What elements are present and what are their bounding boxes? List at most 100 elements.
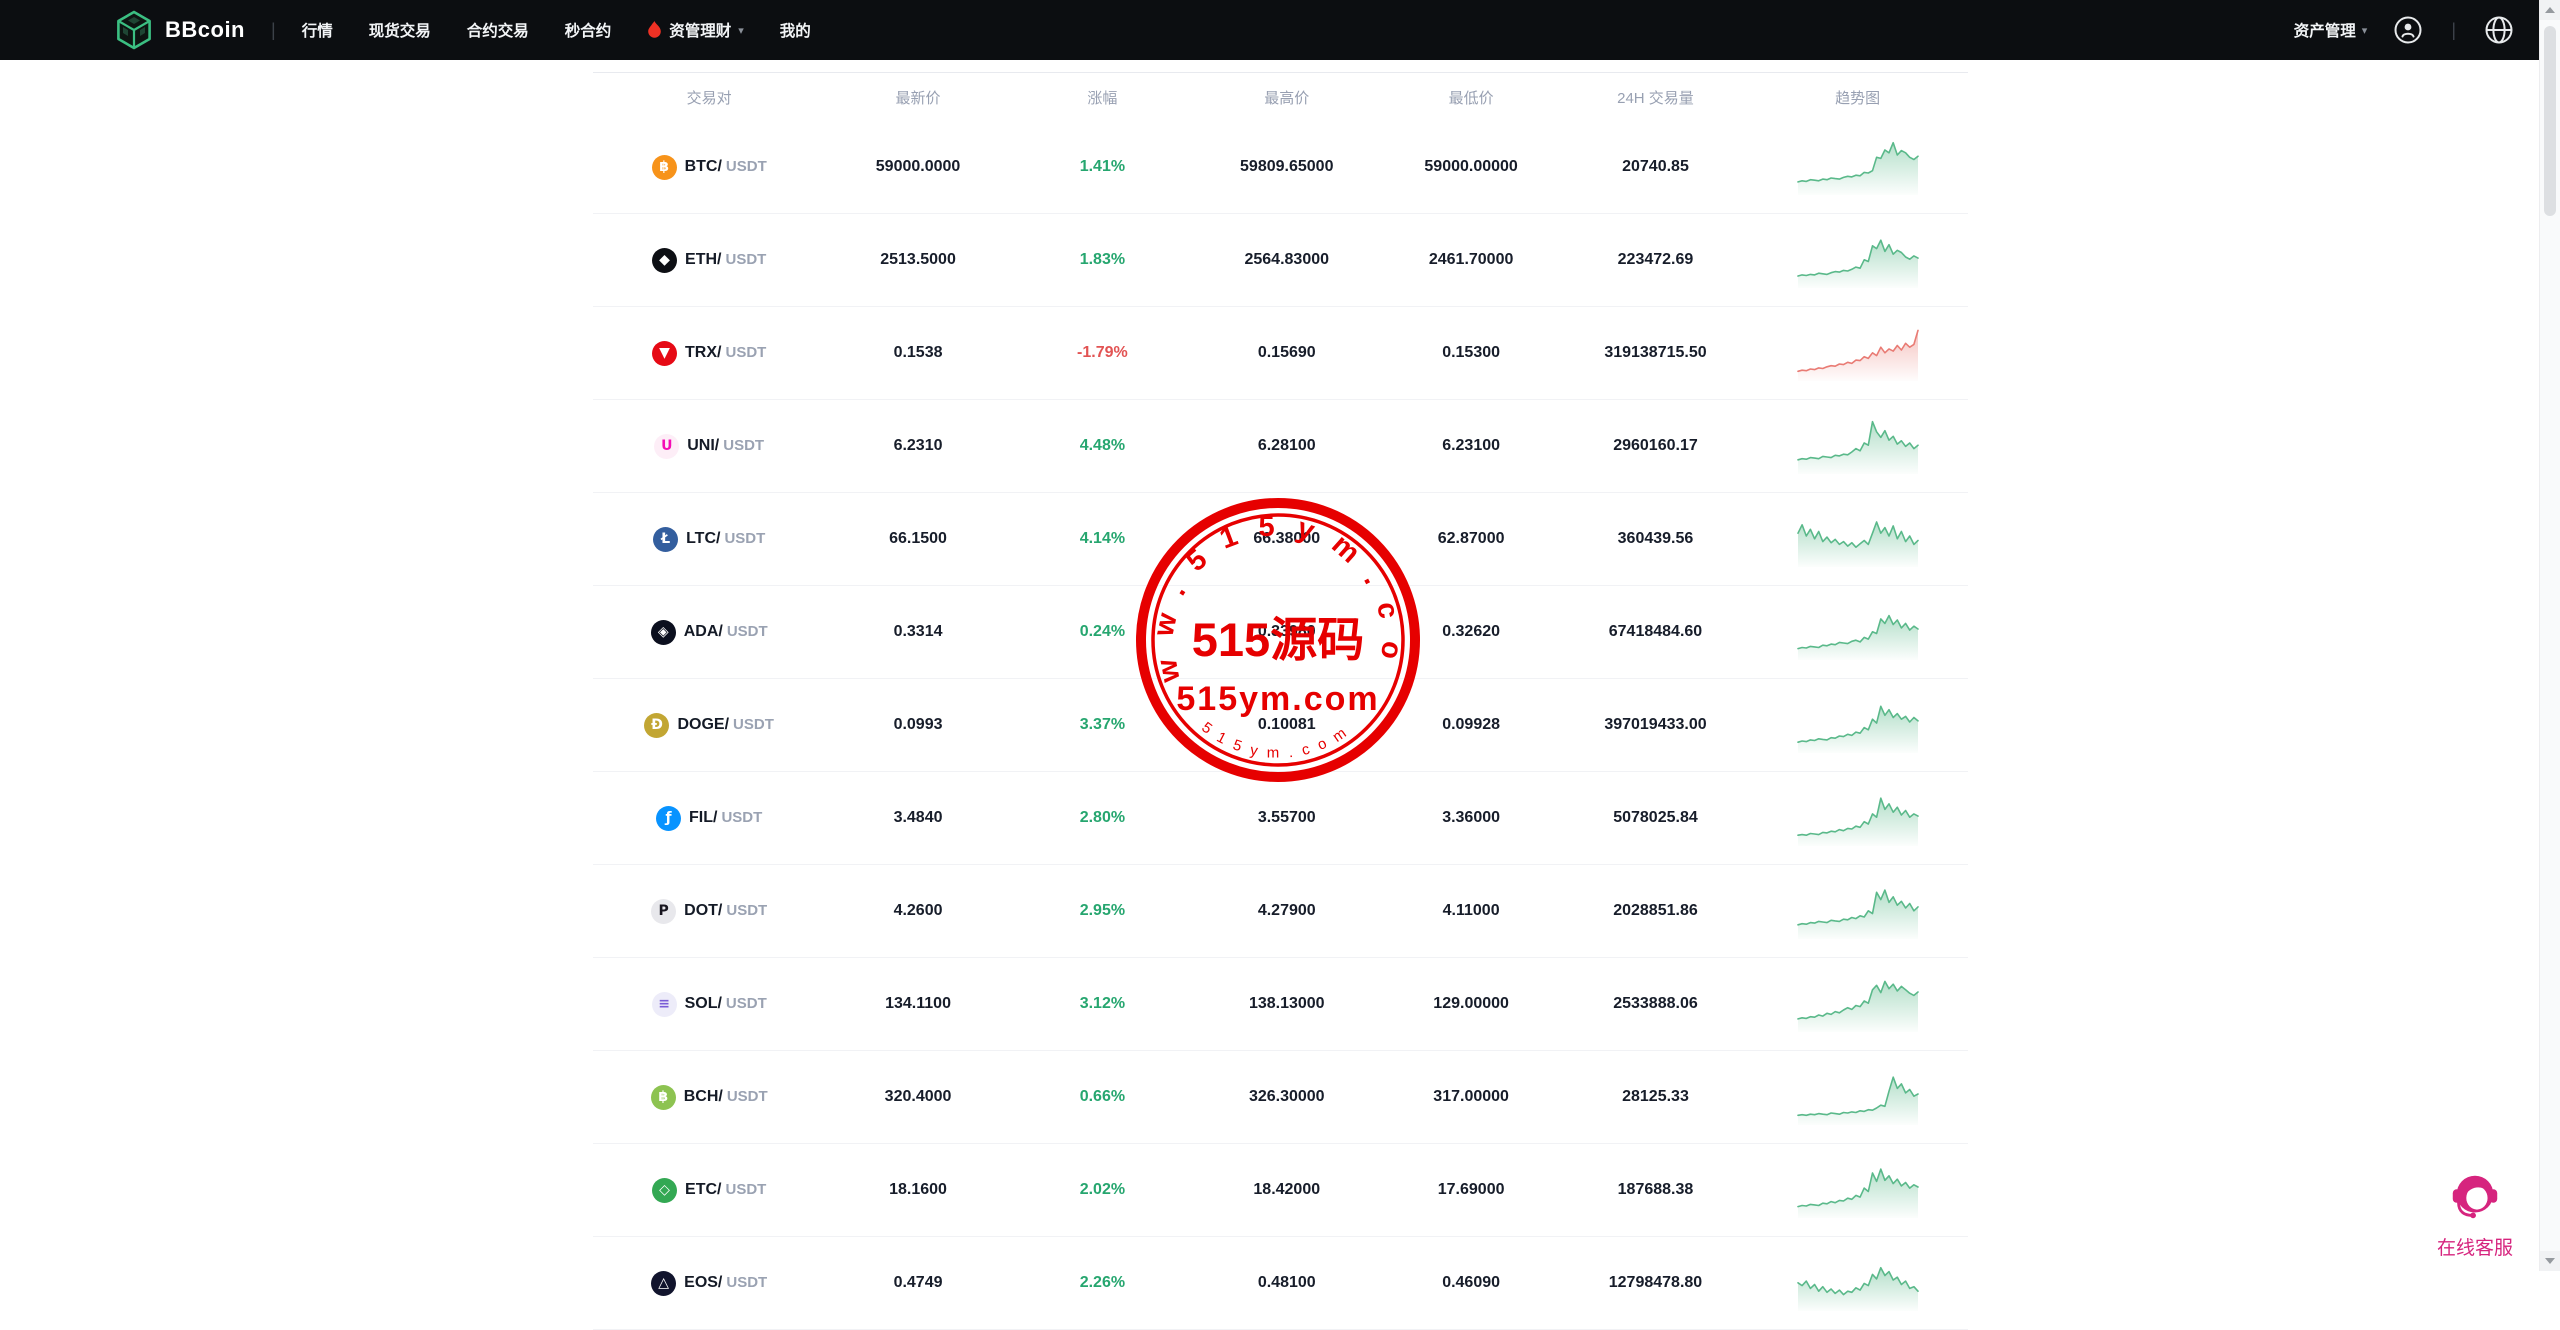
change-percent: 2.02%	[1079, 1181, 1126, 1198]
coin-icon-trx: ▼	[652, 340, 678, 366]
low-price: 59000.00000	[1424, 158, 1518, 175]
market-row-fil-usdt[interactable]: ƒ FIL/USDT 3.4840 2.80% 3.55700 3.36000 …	[592, 772, 1968, 865]
market-row-doge-usdt[interactable]: Ð DOGE/USDT 0.0993 3.37% 0.10081 0.09928…	[592, 679, 1968, 772]
high-price: 4.27900	[1257, 902, 1316, 919]
pair-base: DOT/	[684, 902, 723, 919]
chevron-down-icon: ▾	[2361, 24, 2368, 37]
market-row-ltc-usdt[interactable]: Ł LTC/USDT 66.1500 4.14% 66.38000 62.870…	[592, 493, 1968, 586]
trend-sparkline	[1796, 784, 1920, 848]
trend-sparkline	[1796, 505, 1920, 569]
volume-24h: 223472.69	[1617, 251, 1694, 268]
change-percent: 1.41%	[1079, 158, 1126, 175]
coin-icon-eos: △	[651, 1270, 677, 1296]
market-row-sol-usdt[interactable]: ≡ SOL/USDT 134.1100 3.12% 138.13000 129.…	[592, 958, 1968, 1051]
coin-icon-dot: P	[651, 898, 677, 924]
vertical-scrollbar[interactable]	[2539, 0, 2560, 1271]
main-menu: 行情 现货交易 合约交易 秒合约 资管理财 ▾ 我的	[302, 19, 811, 41]
pair-base: SOL/	[684, 995, 722, 1012]
change-percent: 4.48%	[1079, 437, 1126, 454]
pair-quote: USDT	[725, 1181, 767, 1198]
coin-icon-ltc: Ł	[653, 526, 679, 552]
pair-base: BTC/	[684, 158, 722, 175]
high-price: 0.15690	[1257, 344, 1316, 361]
pair-quote: USDT	[726, 1274, 768, 1291]
pair-base: TRX/	[685, 344, 722, 361]
pair-base: ETH/	[685, 251, 722, 268]
pair-quote: USDT	[721, 809, 763, 826]
nav-item-spot-trade[interactable]: 现货交易	[369, 19, 431, 41]
low-price: 3.36000	[1442, 809, 1501, 826]
high-price: 0.33980	[1257, 623, 1316, 640]
market-row-eos-usdt[interactable]: △ EOS/USDT 0.4749 2.26% 0.48100 0.46090 …	[592, 1237, 1968, 1330]
volume-24h: 20740.85	[1622, 158, 1689, 175]
nav-divider: |	[271, 19, 276, 40]
volume-24h: 5078025.84	[1613, 809, 1698, 826]
language-button[interactable]	[2484, 15, 2514, 45]
col-header-pair: 交易对	[686, 89, 732, 107]
pair-quote: USDT	[725, 251, 767, 268]
market-row-dot-usdt[interactable]: P DOT/USDT 4.2600 2.95% 4.27900 4.11000 …	[592, 865, 1968, 958]
last-price: 0.1538	[893, 344, 943, 361]
assets-menu[interactable]: 资产管理 ▾	[2294, 19, 2368, 41]
market-table-header-row: 交易对 最新价 涨幅 最高价 最低价 24H 交易量 趋势图	[592, 72, 1968, 122]
brand-name: BBcoin	[165, 17, 245, 42]
pair-quote: USDT	[725, 995, 767, 1012]
pair-quote: USDT	[726, 1088, 768, 1105]
nav-item-wealth[interactable]: 资管理财 ▾	[647, 19, 744, 41]
high-price: 326.30000	[1248, 1088, 1325, 1105]
chevron-down-icon: ▾	[738, 24, 744, 37]
online-service-button[interactable]: 在线客服	[2436, 1168, 2514, 1260]
change-percent: 3.12%	[1079, 995, 1126, 1012]
low-price: 317.00000	[1433, 1088, 1509, 1105]
nav-item-mine[interactable]: 我的	[780, 19, 811, 41]
cube-logo-icon	[117, 10, 151, 50]
fire-icon	[648, 21, 662, 38]
nav-item-market[interactable]: 行情	[302, 19, 333, 41]
market-row-ada-usdt[interactable]: ◈ ADA/USDT 0.3314 0.24% 0.33980 0.32620 …	[592, 586, 1968, 679]
change-percent: 2.80%	[1079, 809, 1126, 826]
market-section: 交易对 最新价 涨幅 最高价 最低价 24H 交易量 趋势图 ฿ BTC/USD…	[592, 72, 1968, 1330]
col-header-change: 涨幅	[1087, 89, 1118, 107]
change-percent: 0.66%	[1079, 1088, 1126, 1105]
coin-icon-fil: ƒ	[656, 805, 682, 831]
account-button[interactable]	[2393, 15, 2423, 45]
pair-base: FIL/	[689, 809, 718, 826]
last-price: 18.1600	[889, 1181, 947, 1198]
high-price: 0.10081	[1257, 716, 1316, 733]
last-price: 320.4000	[884, 1088, 952, 1105]
scroll-up-button[interactable]	[2540, 0, 2560, 20]
high-price: 138.13000	[1248, 995, 1325, 1012]
nav-item-wealth-label: 资管理财	[669, 23, 732, 40]
last-price: 59000.0000	[875, 158, 961, 175]
market-row-trx-usdt[interactable]: ▼ TRX/USDT 0.1538 -1.79% 0.15690 0.15300…	[592, 307, 1968, 400]
trend-sparkline	[1796, 319, 1920, 383]
top-navbar: BBcoin | 行情 现货交易 合约交易 秒合约 资管理财 ▾ 我的 资产管理…	[0, 0, 2560, 60]
low-price: 0.15300	[1442, 344, 1501, 361]
market-row-eth-usdt[interactable]: ◆ ETH/USDT 2513.5000 1.83% 2564.83000 24…	[592, 214, 1968, 307]
change-percent: 0.24%	[1079, 623, 1126, 640]
brand-logo[interactable]: BBcoin	[112, 8, 245, 52]
nav-item-contract-trade[interactable]: 合约交易	[467, 19, 529, 41]
market-row-bch-usdt[interactable]: ฿ BCH/USDT 320.4000 0.66% 326.30000 317.…	[592, 1051, 1968, 1144]
volume-24h: 397019433.00	[1604, 716, 1707, 733]
low-price: 17.69000	[1437, 1181, 1505, 1198]
high-price: 3.55700	[1257, 809, 1316, 826]
pair-quote: USDT	[725, 158, 767, 175]
market-row-btc-usdt[interactable]: ฿ BTC/USDT 59000.0000 1.41% 59809.65000 …	[592, 121, 1968, 214]
volume-24h: 12798478.80	[1608, 1274, 1703, 1291]
market-row-etc-usdt[interactable]: ◇ ETC/USDT 18.1600 2.02% 18.42000 17.690…	[592, 1144, 1968, 1237]
nav-item-second-contract[interactable]: 秒合约	[565, 19, 612, 41]
pair-quote: USDT	[723, 437, 765, 454]
scrollbar-thumb[interactable]	[2544, 26, 2556, 216]
change-percent: 3.37%	[1079, 716, 1126, 733]
pair-quote: USDT	[726, 623, 768, 640]
change-percent: 4.14%	[1079, 530, 1126, 547]
market-row-uni-usdt[interactable]: U UNI/USDT 6.2310 4.48% 6.28100 6.23100 …	[592, 400, 1968, 493]
pair-quote: USDT	[724, 530, 766, 547]
navbar-right: 资产管理 ▾ |	[2294, 15, 2514, 45]
customer-service-icon	[2452, 1175, 2498, 1219]
volume-24h: 2028851.86	[1613, 902, 1698, 919]
change-percent: 2.95%	[1079, 902, 1126, 919]
coin-icon-doge: Ð	[644, 712, 670, 738]
scroll-down-button[interactable]	[2540, 1251, 2560, 1271]
